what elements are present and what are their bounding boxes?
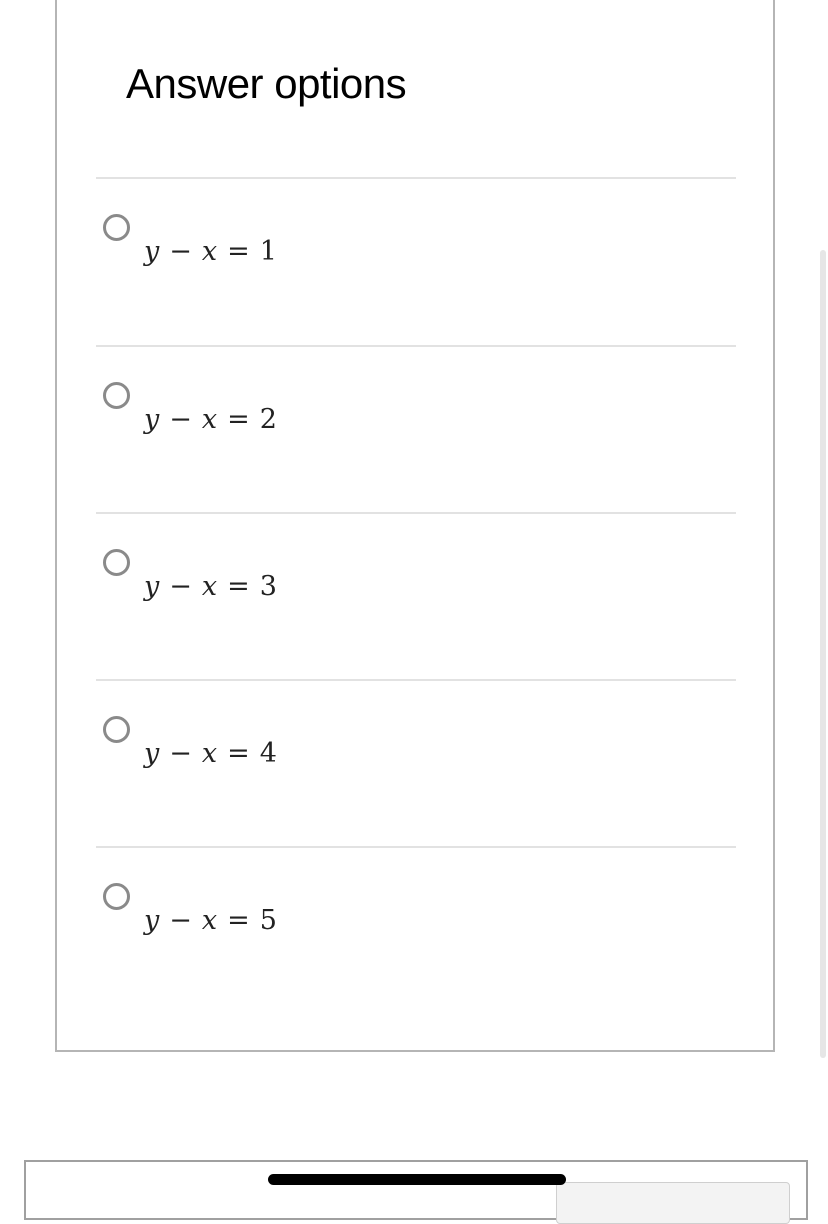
variable-y: y — [144, 571, 160, 602]
answer-option-5[interactable]: y − x = 5 — [96, 857, 736, 977]
minus-sign: − — [169, 905, 192, 936]
option-value: 4 — [259, 738, 277, 769]
minus-sign: − — [169, 738, 192, 769]
radio-unchecked-icon[interactable] — [103, 716, 130, 743]
variable-y: y — [144, 236, 160, 267]
option-value: 5 — [259, 905, 277, 936]
vertical-scrollbar[interactable] — [820, 250, 826, 1058]
equals-sign: = — [227, 404, 250, 435]
answer-option-3[interactable]: y − x = 3 — [96, 523, 736, 643]
divider — [96, 177, 736, 179]
option-equation: y − x = 4 — [144, 738, 277, 769]
variable-x: x — [201, 571, 218, 602]
minus-sign: − — [169, 571, 192, 602]
variable-x: x — [201, 738, 218, 769]
radio-unchecked-icon[interactable] — [103, 214, 130, 241]
equals-sign: = — [227, 236, 250, 267]
option-equation: y − x = 5 — [144, 905, 277, 936]
variable-x: x — [201, 236, 218, 267]
option-equation: y − x = 2 — [144, 404, 277, 435]
radio-unchecked-icon[interactable] — [103, 883, 130, 910]
radio-unchecked-icon[interactable] — [103, 382, 130, 409]
variable-x: x — [201, 905, 218, 936]
option-value: 2 — [259, 404, 277, 435]
equals-sign: = — [227, 571, 250, 602]
section-title: Answer options — [126, 60, 407, 107]
variable-y: y — [144, 738, 160, 769]
variable-x: x — [201, 404, 218, 435]
divider — [96, 345, 736, 347]
answer-option-1[interactable]: y − x = 1 — [96, 188, 736, 308]
minus-sign: − — [169, 236, 192, 267]
option-value: 1 — [259, 236, 277, 267]
bottom-action-box[interactable] — [556, 1182, 790, 1224]
radio-unchecked-icon[interactable] — [103, 549, 130, 576]
minus-sign: − — [169, 404, 192, 435]
option-value: 3 — [259, 571, 277, 602]
divider — [96, 512, 736, 514]
variable-y: y — [144, 404, 160, 435]
equals-sign: = — [227, 905, 250, 936]
divider — [96, 846, 736, 848]
option-equation: y − x = 3 — [144, 571, 277, 602]
equals-sign: = — [227, 738, 250, 769]
option-equation: y − x = 1 — [144, 236, 277, 267]
answer-option-2[interactable]: y − x = 2 — [96, 356, 736, 476]
divider — [96, 679, 736, 681]
answer-option-4[interactable]: y − x = 4 — [96, 690, 736, 810]
home-indicator[interactable] — [268, 1174, 566, 1185]
variable-y: y — [144, 905, 160, 936]
